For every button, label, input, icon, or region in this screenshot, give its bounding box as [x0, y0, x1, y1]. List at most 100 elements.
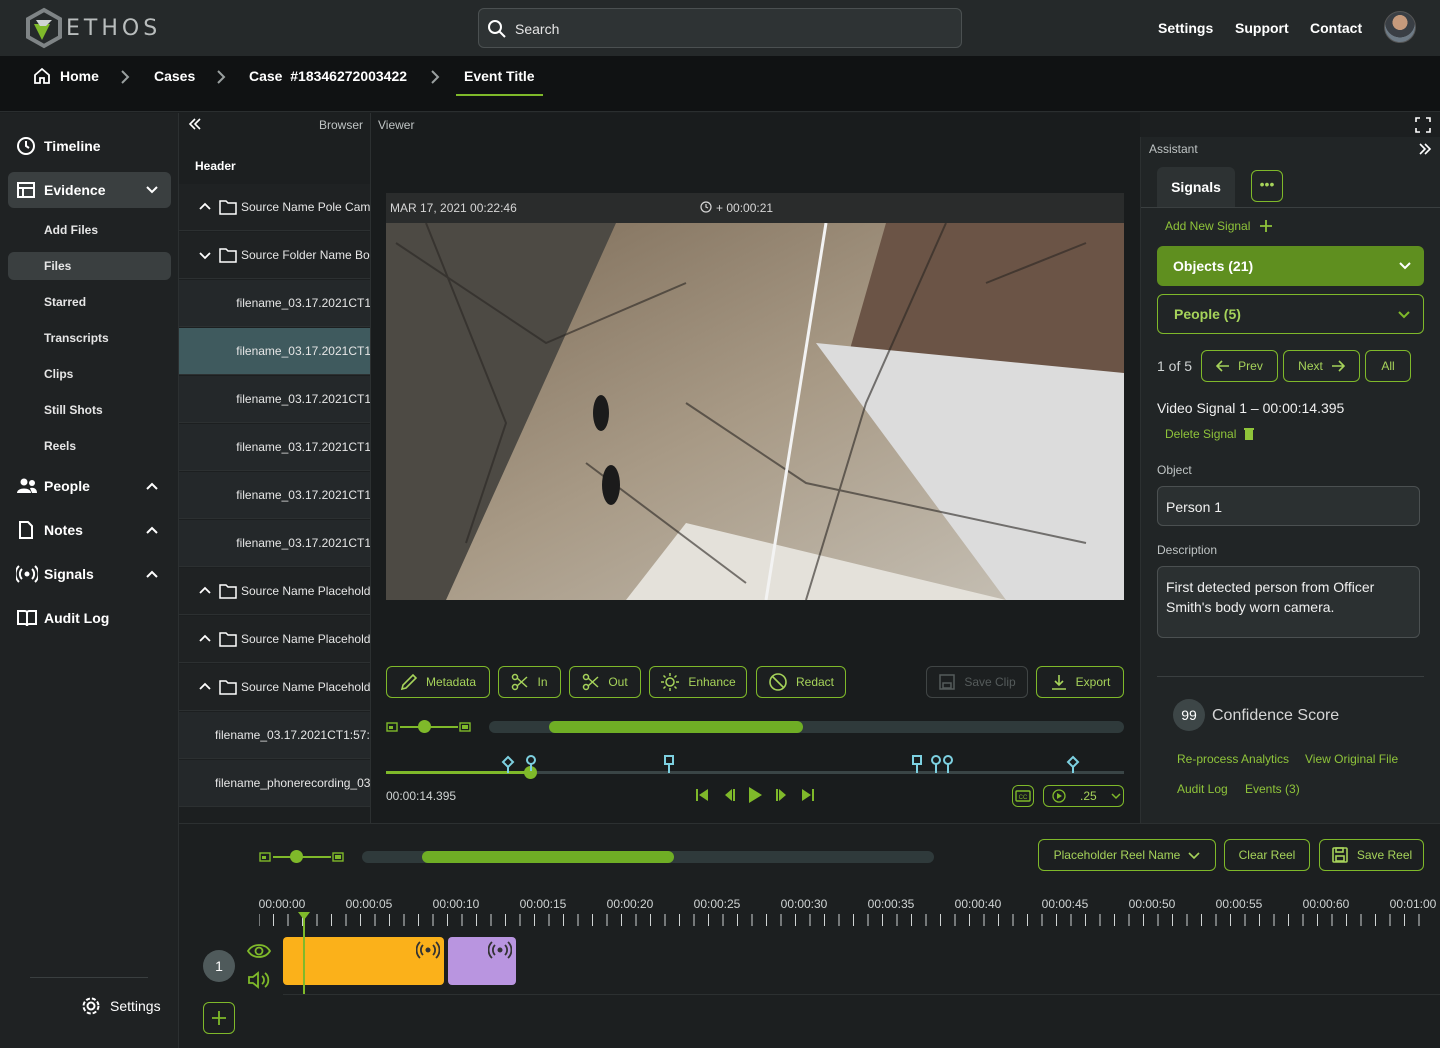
sidebar-settings-button[interactable]: Settings	[80, 995, 161, 1017]
more-options-button[interactable]: •••	[1251, 170, 1283, 202]
zoom-in-icon[interactable]	[459, 721, 471, 733]
browser-folder-row[interactable]: Source Name Placehold	[179, 568, 370, 615]
prev-button[interactable]: Prev	[1201, 350, 1278, 382]
viewer-scroll-thumb[interactable]	[549, 721, 803, 733]
enhance-button[interactable]: Enhance	[649, 666, 747, 698]
browser-file-row[interactable]: filename_03.17.2021CT1	[179, 376, 370, 423]
objects-dropdown[interactable]: Objects (21)	[1157, 246, 1424, 286]
chevron-up-icon[interactable]	[199, 633, 211, 645]
clock-icon	[16, 136, 38, 156]
browser-file-row[interactable]: filename_03.17.2021CT1	[179, 472, 371, 519]
zoom-slider-handle[interactable]	[418, 720, 431, 733]
save-reel-button[interactable]: Save Reel	[1319, 839, 1424, 871]
export-button[interactable]: Export	[1036, 666, 1124, 698]
sidebar-sub-starred[interactable]: Starred	[8, 288, 171, 316]
chevron-up-icon[interactable]	[199, 201, 211, 213]
home-icon[interactable]	[32, 66, 52, 86]
sidebar-item-notes[interactable]: Notes	[8, 512, 171, 548]
playhead-marker[interactable]	[298, 912, 310, 920]
in-button[interactable]: In	[498, 666, 561, 698]
browser-file-row[interactable]: filename_03.17.2021CT1	[179, 328, 370, 375]
reel-clip[interactable]	[283, 937, 444, 985]
step-back-icon[interactable]	[722, 788, 736, 802]
sidebar-sub-files[interactable]: Files	[8, 252, 171, 280]
contact-link[interactable]: Contact	[1310, 20, 1362, 36]
skip-start-icon[interactable]	[695, 788, 709, 802]
out-button[interactable]: Out	[569, 666, 641, 698]
skip-end-icon[interactable]	[801, 788, 815, 802]
add-track-button[interactable]	[203, 1002, 235, 1034]
step-forward-icon[interactable]	[775, 788, 789, 802]
browser-file-row[interactable]: filename_phonerecording_03	[179, 760, 370, 807]
browser-folder-row[interactable]: Source Name Placehold	[179, 664, 370, 711]
breadcrumb-cases[interactable]: Cases	[154, 68, 195, 84]
speaker-icon[interactable]	[247, 970, 271, 990]
svg-text:CC: CC	[1019, 795, 1028, 801]
description-field[interactable]: First detected person from Officer Smith…	[1157, 566, 1420, 638]
delete-signal-button[interactable]: Delete Signal	[1165, 427, 1255, 441]
chevron-down-icon[interactable]	[199, 249, 211, 261]
all-button[interactable]: All	[1365, 350, 1411, 382]
time-tick-label: 00:00:20	[606, 897, 654, 911]
play-icon[interactable]	[747, 786, 763, 804]
sidebar-item-signals[interactable]: Signals	[8, 556, 171, 592]
avatar[interactable]	[1384, 11, 1416, 43]
sidebar-item-people[interactable]: People	[8, 468, 171, 504]
video-player[interactable]: MAR 17, 2021 00:22:46 + 00:00:21	[386, 193, 1124, 600]
chevron-up-icon[interactable]	[199, 681, 211, 693]
view-original-file-link[interactable]: View Original File	[1305, 752, 1398, 766]
tab-signals[interactable]: Signals	[1157, 167, 1235, 207]
browser-folder-row[interactable]: Source Name Placehold	[179, 616, 370, 663]
playhead[interactable]	[303, 912, 305, 994]
collapse-right-icon[interactable]	[1417, 141, 1433, 157]
events-link[interactable]: Events (3)	[1245, 782, 1300, 796]
object-field[interactable]: Person 1	[1157, 486, 1420, 526]
clear-reel-button[interactable]: Clear Reel	[1224, 839, 1310, 871]
save-clip-button[interactable]: Save Clip	[926, 666, 1028, 698]
search-input[interactable]: Search	[478, 8, 962, 48]
fullscreen-icon[interactable]	[1415, 117, 1431, 133]
breadcrumb-event-title[interactable]: Event Title	[456, 68, 543, 96]
collapse-left-icon[interactable]	[187, 116, 203, 132]
sidebar-sub-reels[interactable]: Reels	[8, 432, 171, 460]
browser-file-row[interactable]: filename_03.17.2021CT1	[179, 520, 370, 567]
zoom-in-icon[interactable]	[332, 851, 344, 863]
next-button[interactable]: Next	[1283, 350, 1360, 382]
settings-link[interactable]: Settings	[1158, 20, 1213, 36]
breadcrumb-case[interactable]: Case #18346272003422	[249, 68, 407, 84]
sidebar-sub-add-files[interactable]: Add Files	[8, 216, 171, 244]
browser-file-row[interactable]: filename_03.17.2021CT1	[179, 424, 370, 471]
sidebar-sub-clips[interactable]: Clips	[8, 360, 171, 388]
browser-row-label: filename_03.17.2021CT1	[236, 488, 371, 502]
eye-icon[interactable]	[247, 942, 271, 960]
browser-folder-row[interactable]: Source Folder Name Bo	[179, 232, 370, 279]
reel-clip[interactable]	[448, 937, 516, 985]
audit-log-link[interactable]: Audit Log	[1177, 782, 1228, 796]
browser-file-row[interactable]: filename_03.17.2021CT1	[179, 280, 370, 327]
captions-button[interactable]: CC	[1012, 785, 1034, 807]
breadcrumb-home[interactable]: Home	[60, 68, 99, 84]
sidebar-item-audit-log[interactable]: Audit Log	[8, 600, 171, 636]
browser-file-row[interactable]: filename_03.17.2021CT1:57:	[179, 712, 370, 759]
metadata-button[interactable]: Metadata	[386, 666, 490, 698]
zoom-out-icon[interactable]	[259, 851, 271, 863]
reel-scroll-thumb[interactable]	[422, 851, 674, 863]
reel-name-dropdown[interactable]: Placeholder Reel Name	[1038, 839, 1216, 871]
time-tick-label: 00:00:40	[954, 897, 1002, 911]
playback-speed-select[interactable]: .25	[1043, 785, 1124, 807]
add-signal-button[interactable]: Add New Signal	[1165, 219, 1273, 233]
browser-folder-row[interactable]: Source Name Pole Cam	[179, 184, 370, 231]
reel-zoom-handle[interactable]	[290, 850, 303, 863]
reprocess-analytics-link[interactable]: Re-process Analytics	[1177, 752, 1289, 766]
time-tick-label: 00:00:15	[519, 897, 567, 911]
folder-icon	[219, 199, 237, 215]
zoom-out-icon[interactable]	[386, 721, 398, 733]
redact-button[interactable]: Redact	[756, 666, 846, 698]
sidebar-item-evidence[interactable]: Evidence	[8, 172, 171, 208]
chevron-up-icon[interactable]	[199, 585, 211, 597]
sidebar-sub-still-shots[interactable]: Still Shots	[8, 396, 171, 424]
people-dropdown[interactable]: People (5)	[1157, 294, 1424, 334]
sidebar-item-timeline[interactable]: Timeline	[8, 128, 171, 164]
support-link[interactable]: Support	[1235, 20, 1289, 36]
sidebar-sub-transcripts[interactable]: Transcripts	[8, 324, 171, 352]
